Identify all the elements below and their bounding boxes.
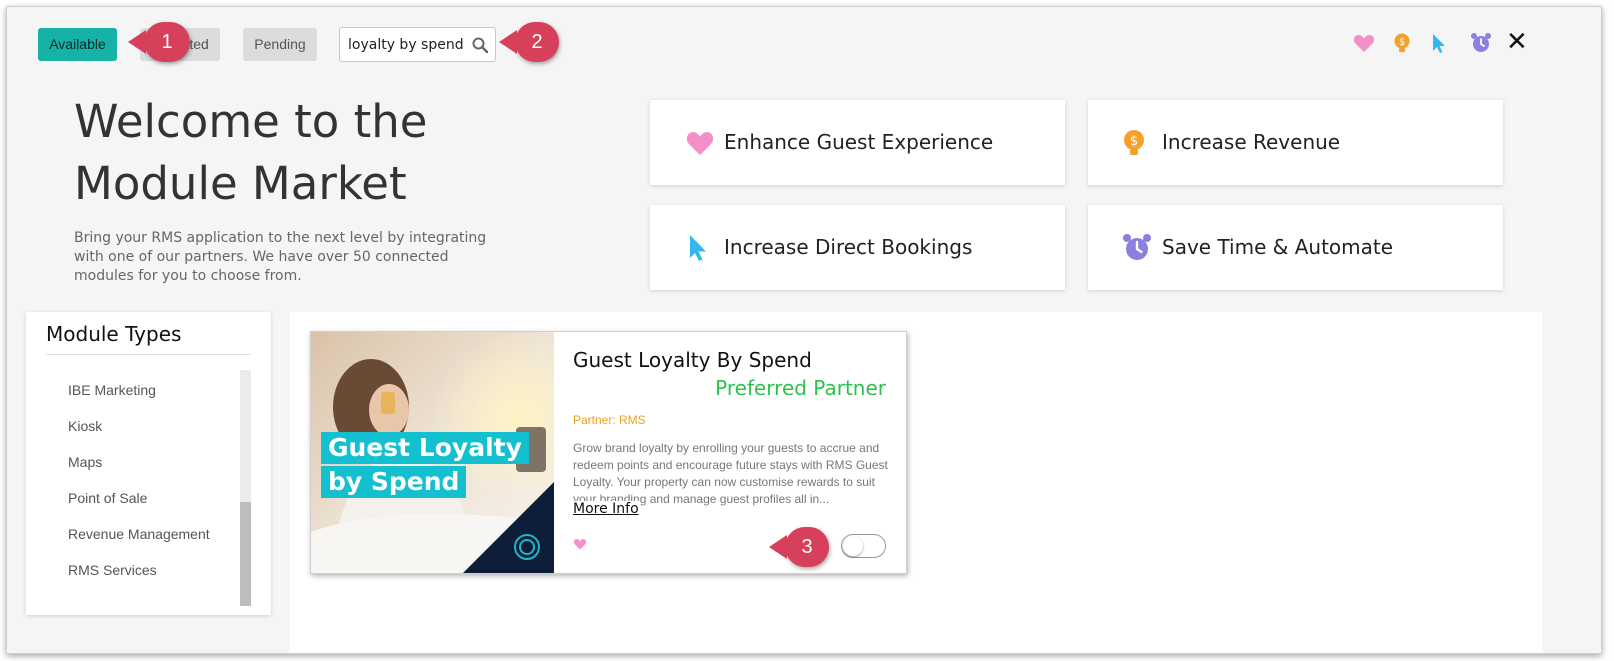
toggle-knob [843, 536, 863, 556]
divider [46, 354, 251, 355]
alarm-clock-icon [1123, 234, 1151, 260]
module-types-sidebar: Module Types IBE Marketing Kiosk Maps Po… [26, 312, 271, 615]
page-title-line-2: Module Market [74, 157, 407, 210]
category-label: Increase Direct Bookings [724, 235, 973, 259]
category-label: Enhance Guest Experience [724, 130, 994, 154]
module-description: Grow brand loyalty by enrolling your gue… [573, 441, 888, 506]
sidebar-item-kiosk[interactable]: Kiosk [46, 408, 241, 444]
sidebar-item-ibe-marketing[interactable]: IBE Marketing [46, 372, 241, 408]
module-results-panel: Guest Loyalty by Spend Guest Loyalty By … [290, 312, 1542, 653]
module-title: Guest Loyalty By Spend [573, 348, 812, 372]
page-title-line-1: Welcome to the [74, 95, 428, 148]
lightbulb-dollar-icon: $ [1124, 130, 1144, 155]
image-caption-line-1: Guest Loyalty [321, 432, 529, 464]
sidebar-item-rms-services[interactable]: RMS Services [46, 552, 241, 588]
heart-icon [686, 132, 714, 155]
scrollbar-thumb[interactable] [240, 502, 251, 606]
tab-available[interactable]: Available [38, 28, 117, 61]
category-save-time-automate[interactable]: Save Time & Automate [1088, 205, 1503, 290]
partner-label: Partner: RMS [573, 413, 646, 427]
sidebar-item-maps[interactable]: Maps [46, 444, 241, 480]
category-label: Increase Revenue [1162, 130, 1341, 154]
svg-text:$: $ [1399, 37, 1405, 48]
heart-icon[interactable] [1352, 31, 1376, 55]
callout-3: 3 [769, 527, 829, 567]
image-caption-line-2: by Spend [321, 466, 467, 498]
callout-1: 1 [128, 22, 190, 62]
category-increase-direct-bookings[interactable]: Increase Direct Bookings [650, 205, 1065, 290]
search-box[interactable]: loyalty by spend [339, 27, 496, 62]
sidebar-item-point-of-sale[interactable]: Point of Sale [46, 480, 241, 516]
category-label: Save Time & Automate [1162, 235, 1394, 259]
sidebar-scrollbar[interactable] [240, 370, 251, 606]
cursor-icon[interactable] [1427, 31, 1451, 55]
search-icon[interactable] [471, 36, 489, 54]
tab-pending[interactable]: Pending [243, 28, 317, 61]
sidebar-item-revenue-management[interactable]: Revenue Management [46, 516, 241, 552]
module-image: Guest Loyalty by Spend [311, 332, 554, 573]
lightbulb-dollar-icon[interactable]: $ [1390, 31, 1414, 55]
category-enhance-guest-experience[interactable]: Enhance Guest Experience [650, 100, 1065, 185]
module-market-window: Available Activated Pending loyalty by s… [6, 6, 1602, 654]
callout-2: 2 [499, 22, 559, 62]
preferred-partner-badge: Preferred Partner [715, 376, 886, 400]
activate-toggle[interactable] [841, 534, 886, 558]
close-icon[interactable]: ✕ [1506, 27, 1528, 57]
more-info-link[interactable]: More Info [573, 501, 639, 517]
svg-text:$: $ [1130, 134, 1138, 149]
page-title: Welcome to the Module Market [74, 91, 554, 215]
cursor-icon [690, 235, 706, 261]
sidebar-title: Module Types [46, 322, 182, 346]
page-description: Bring your RMS application to the next l… [74, 230, 487, 284]
module-types-list: IBE Marketing Kiosk Maps Point of Sale R… [46, 372, 241, 588]
alarm-clock-icon[interactable] [1469, 31, 1493, 55]
heart-icon[interactable] [573, 537, 587, 551]
search-input[interactable]: loyalty by spend [348, 37, 464, 53]
category-increase-revenue[interactable]: $ Increase Revenue [1088, 100, 1503, 185]
